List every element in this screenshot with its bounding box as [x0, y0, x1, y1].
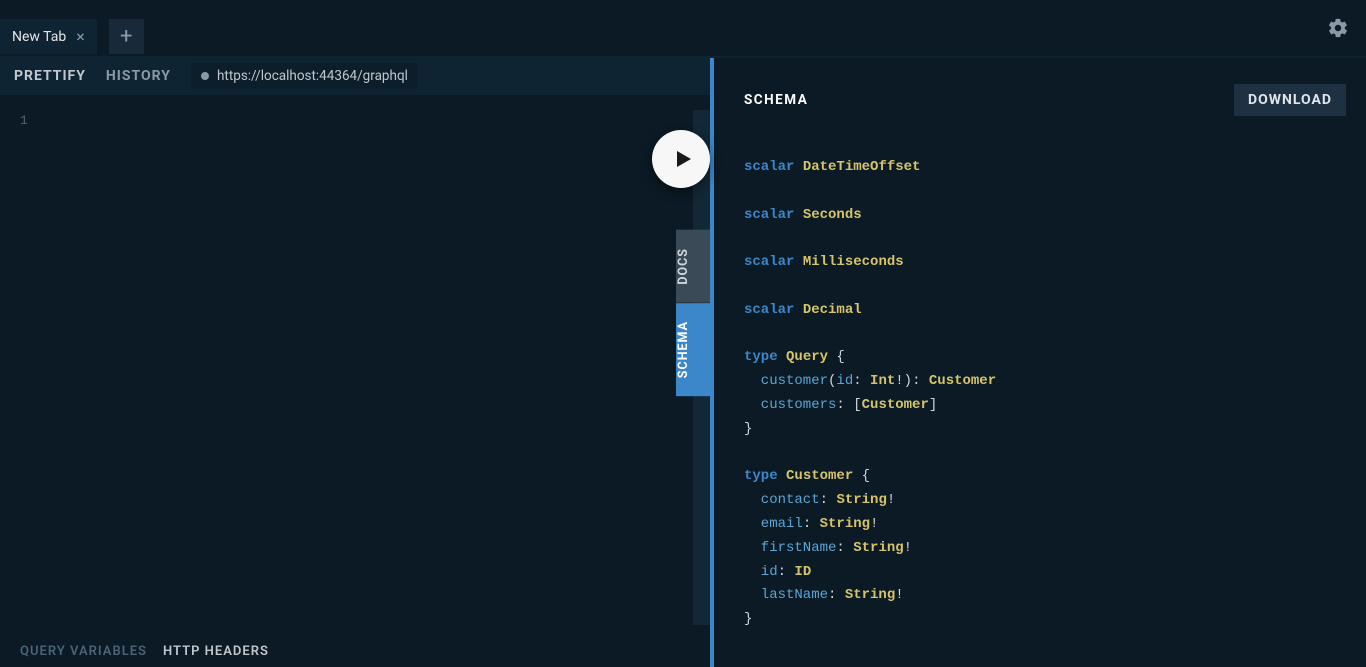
split-handle[interactable] — [710, 58, 714, 667]
schema-code[interactable]: scalar DateTimeOffset scalar Seconds sca… — [744, 156, 1346, 632]
gear-icon — [1327, 17, 1349, 39]
plus-icon: + — [120, 24, 132, 49]
add-tab-button[interactable]: + — [109, 19, 144, 54]
dock-tab-docs[interactable]: DOCS — [676, 230, 710, 303]
tab-label: New Tab — [12, 29, 66, 45]
play-icon — [671, 147, 695, 171]
schema-title: SCHEMA — [744, 92, 808, 108]
endpoint-input[interactable]: https://localhost:44364/graphql — [191, 63, 418, 89]
history-button[interactable]: HISTORY — [106, 68, 171, 84]
schema-panel: SCHEMA DOWNLOAD scalar DateTimeOffset sc… — [714, 58, 1366, 667]
settings-button[interactable] — [1318, 8, 1358, 48]
download-button[interactable]: DOWNLOAD — [1234, 84, 1346, 116]
run-button[interactable] — [652, 130, 710, 188]
tab-http-headers[interactable]: HTTP HEADERS — [163, 644, 269, 659]
prettify-button[interactable]: PRETTIFY — [14, 68, 86, 84]
dock-tab-schema[interactable]: SCHEMA — [676, 303, 710, 396]
close-icon[interactable]: × — [74, 27, 87, 46]
tab-new[interactable]: New Tab × — [0, 19, 97, 54]
topbar: New Tab × + — [0, 0, 1366, 55]
status-dot-icon — [201, 72, 209, 80]
side-dock: DOCS SCHEMA — [676, 230, 710, 396]
endpoint-url: https://localhost:44364/graphql — [217, 68, 408, 84]
line-number: 1 — [20, 113, 28, 128]
tab-query-variables[interactable]: QUERY VARIABLES — [20, 644, 147, 659]
